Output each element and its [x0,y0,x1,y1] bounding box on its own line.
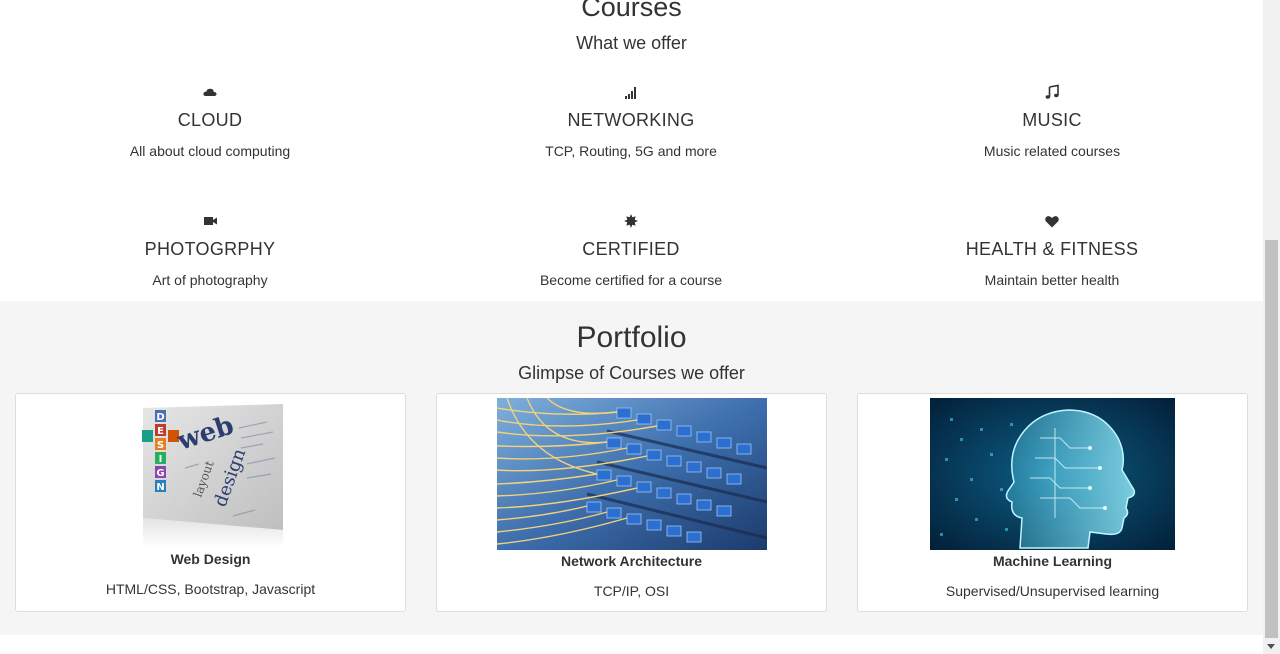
video-camera-icon [204,217,217,225]
card-title: Web Design [170,551,251,567]
service-health-fitness: HEALTH & FITNESS Maintain better health [872,213,1232,288]
courses-subtitle: What we offer [576,33,687,53]
network-architecture-image [497,398,767,550]
service-networking: NETWORKING TCP, Routing, 5G and more [451,84,811,159]
service-desc: TCP, Routing, 5G and more [545,143,717,159]
card-desc: Supervised/Unsupervised learning [945,583,1160,599]
service-desc: Maintain better health [984,272,1120,288]
service-title: HEALTH & FITNESS [965,239,1139,259]
tile-g: G [156,468,164,479]
cloud-icon [203,88,217,96]
card-desc: HTML/CSS, Bootstrap, Javascript [105,581,316,597]
courses-title: Courses [581,0,682,22]
heart-icon [1045,216,1059,228]
portfolio-subtitle: Glimpse of Courses we offer [518,363,745,383]
portfolio-title: Portfolio [576,321,687,354]
service-desc: All about cloud computing [129,143,291,159]
scrollbar-thumb[interactable] [1265,240,1278,638]
service-desc: Music related courses [983,143,1121,159]
service-desc: Become certified for a course [539,272,723,288]
music-note-icon [1045,84,1059,99]
service-photography: PHOTOGRPHY Art of photography [30,213,390,288]
service-title: CLOUD [177,110,243,130]
service-music: MUSIC Music related courses [872,84,1232,159]
portfolio-card-machine-learning[interactable]: Machine Learning Supervised/Unsupervised… [857,393,1248,612]
service-title: CERTIFIED [582,239,680,259]
tile-e: E [157,426,164,437]
tile-s: S [157,440,164,451]
service-title: MUSIC [1022,110,1082,130]
page: Courses What we offer CLOUD All about cl… [0,0,1263,654]
machine-learning-image [930,398,1175,550]
service-title: PHOTOGRPHY [144,239,276,259]
card-title: Network Architecture [560,553,703,569]
card-desc: TCP/IP, OSI [593,583,670,599]
vertical-scrollbar[interactable] [1263,0,1280,654]
tile-i: I [159,454,163,465]
tile-d: D [156,412,164,423]
service-title: NETWORKING [567,110,695,130]
service-desc: Art of photography [152,272,268,288]
portfolio-section: Portfolio Glimpse of Courses we offer D … [0,301,1263,635]
signal-icon [625,87,636,99]
scroll-down-arrow-icon[interactable] [1267,644,1275,649]
tile-n: N [156,482,164,493]
portfolio-card-web-design[interactable]: D E S I G N web design layout Web Design… [15,393,406,612]
service-certified: CERTIFIED Become certified for a course [451,213,811,288]
web-design-image: D E S I G N web design layout [137,398,284,548]
service-cloud: CLOUD All about cloud computing [30,84,390,159]
page-bottom [0,635,1263,654]
portfolio-card-network-architecture[interactable]: Network Architecture TCP/IP, OSI [436,393,827,612]
certificate-icon [624,214,638,228]
card-title: Machine Learning [992,553,1113,569]
